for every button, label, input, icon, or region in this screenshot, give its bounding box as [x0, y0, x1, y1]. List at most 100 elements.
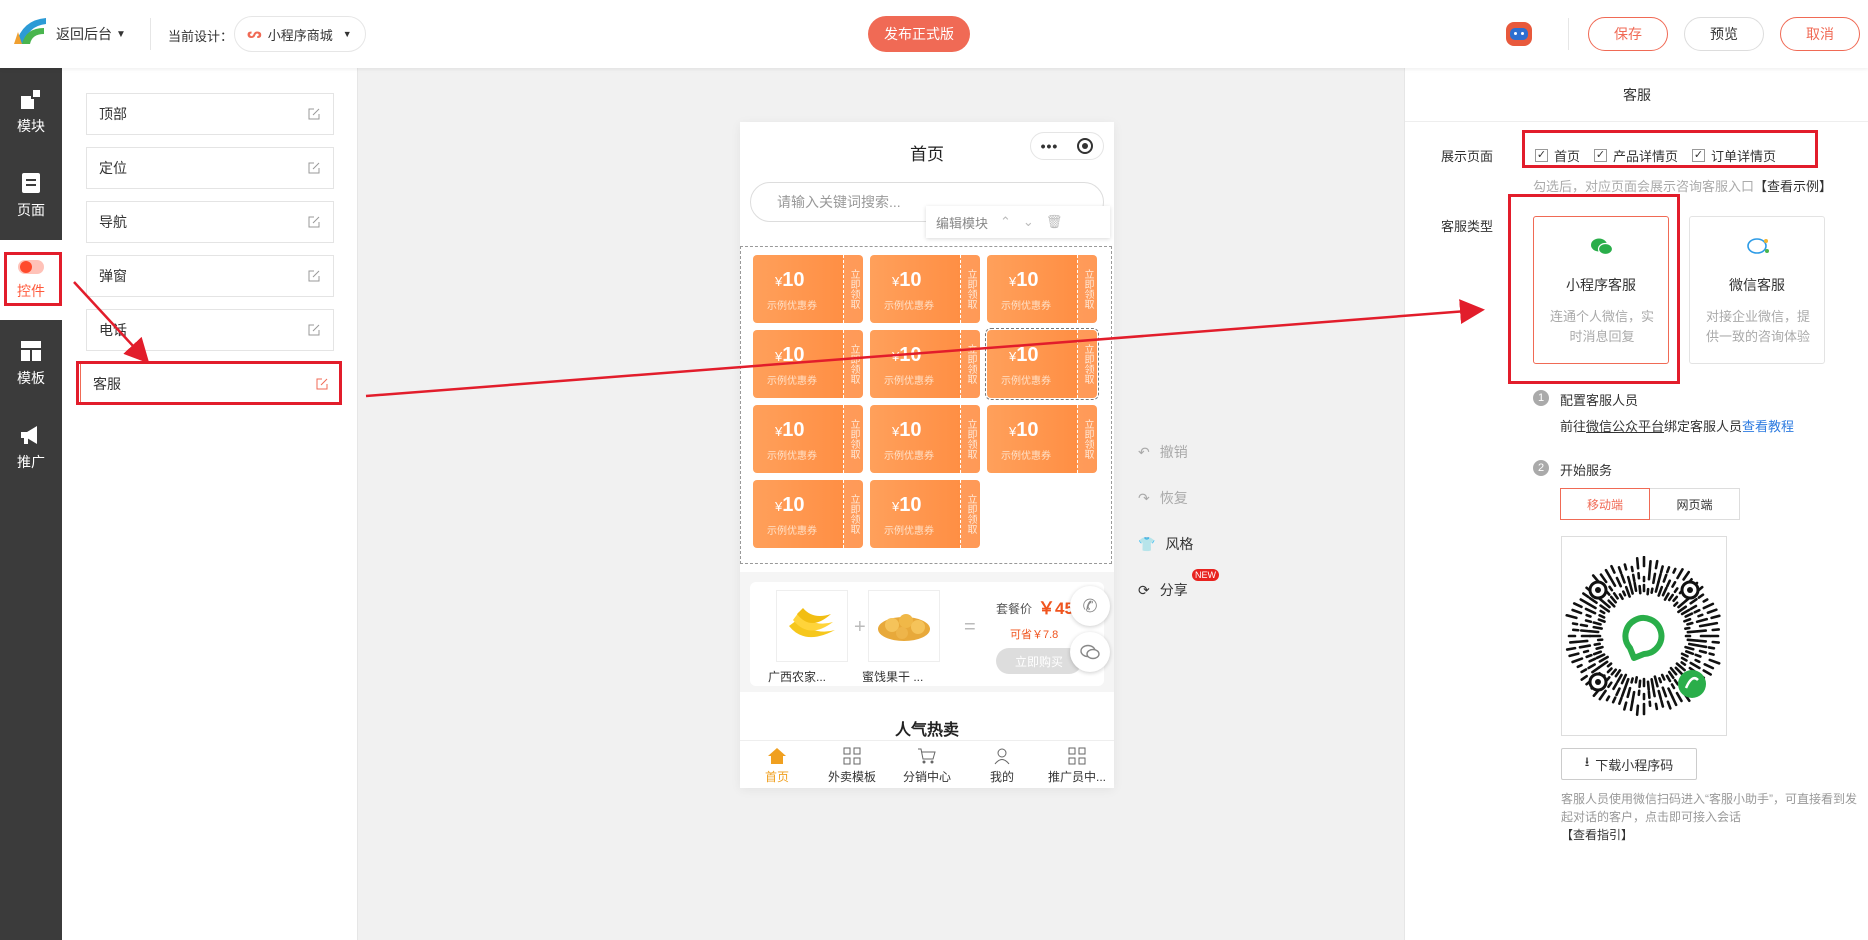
widget-label: 电话: [99, 322, 127, 338]
coupon-amount: ¥10: [775, 494, 805, 516]
tab-takeout[interactable]: 外卖模板: [815, 741, 889, 788]
undo-icon: ↶: [1138, 443, 1150, 460]
coupon-card[interactable]: ¥10 示例优惠券 立即领取: [987, 255, 1097, 323]
back-label: 返回后台: [56, 26, 112, 42]
robot-assistant-icon[interactable]: [1506, 22, 1532, 46]
rail-item-controls[interactable]: 控件: [0, 240, 62, 320]
checkbox-order-detail[interactable]: ✓ 订单详情页: [1692, 146, 1776, 165]
combo-card[interactable]: 广西农家... + 蜜饯果干 ... = 套餐价 ￥45 可省￥7.8 立即购买: [750, 582, 1104, 686]
coupon-card[interactable]: ¥10 示例优惠券 立即领取: [870, 255, 980, 323]
back-to-admin[interactable]: 返回后台 ▼: [56, 24, 126, 44]
coupon-card[interactable]: ¥10 示例优惠券 立即领取: [870, 480, 980, 548]
widget-item-top[interactable]: 顶部: [86, 93, 334, 135]
coupon-card[interactable]: ¥10 示例优惠券 立即领取: [870, 405, 980, 473]
coupon-sub: 示例优惠券: [884, 526, 934, 537]
edit-icon[interactable]: [307, 161, 321, 175]
coupon-card[interactable]: ¥10 示例优惠券 立即领取: [753, 330, 863, 398]
tab-label: 首页: [764, 770, 789, 784]
publish-button[interactable]: 发布正式版: [868, 16, 970, 52]
design-name: 小程序商城: [267, 27, 333, 43]
coupon-stub: 立即领取: [843, 480, 863, 548]
note-text: 客服人员使用微信扫码进入“客服小助手”，可直接看到发起对话的客户，点击即可接入会…: [1561, 792, 1857, 824]
float-wechat-icon[interactable]: [1070, 632, 1110, 672]
float-phone-icon[interactable]: ✆: [1070, 586, 1110, 626]
edit-icon[interactable]: [307, 107, 321, 121]
widget-item-popup[interactable]: 弹窗: [86, 255, 334, 297]
widget-item-phone[interactable]: 电话: [86, 309, 334, 351]
tab-promoter[interactable]: 推广员中...: [1040, 741, 1114, 788]
type-card-miniprogram[interactable]: 小程序客服 连通个人微信，实时消息回复: [1533, 216, 1669, 364]
step-1-text: 前往微信公众平台绑定客服人员查看教程: [1560, 416, 1794, 435]
tab-distribution[interactable]: 分销中心: [890, 741, 964, 788]
home-icon: [768, 748, 786, 764]
rail-item-templates[interactable]: 模板: [0, 324, 62, 404]
coupon-amount: ¥10: [1009, 419, 1039, 441]
tab-label: 外卖模板: [827, 770, 876, 784]
rail-item-promotion[interactable]: 推广: [0, 408, 62, 488]
coupon-card[interactable]: ¥10 示例优惠券 立即领取: [753, 480, 863, 548]
view-guide-link[interactable]: 【查看指引】: [1561, 828, 1633, 842]
redo-button[interactable]: ↷ 恢复: [1138, 488, 1188, 508]
chevron-down-icon: ▼: [116, 28, 126, 40]
view-example-link[interactable]: 【查看示例】: [1754, 179, 1832, 194]
cancel-button[interactable]: 取消: [1780, 17, 1860, 51]
coupon-card[interactable]: ¥10 示例优惠券 立即领取: [987, 405, 1097, 473]
type-card-wechat[interactable]: 微信客服 对接企业微信，提供一致的咨询体验: [1689, 216, 1825, 364]
coupon-module[interactable]: ¥10 示例优惠券 立即领取 ¥10 示例优惠券 立即领取 ¥10 示例优惠券 立即领取 ¥10 示…: [740, 246, 1112, 564]
plus-sign: +: [854, 616, 866, 638]
tutorial-link[interactable]: 查看教程: [1742, 419, 1794, 434]
widget-label: 导航: [99, 214, 127, 230]
coupon-card[interactable]: ¥10 示例优惠券 立即领取: [753, 405, 863, 473]
coupon-card[interactable]: ¥10 示例优惠券 立即领取: [985, 328, 1099, 400]
edit-module-label[interactable]: 编辑模块: [936, 213, 988, 232]
rail-label: 推广: [17, 454, 45, 470]
tab-home[interactable]: 首页: [740, 741, 814, 788]
megaphone-icon: [21, 426, 37, 444]
style-button[interactable]: 👕 风格: [1138, 534, 1193, 554]
step-1-text-a: 前往: [1560, 419, 1587, 434]
undo-button[interactable]: ↶ 撤销: [1138, 442, 1188, 462]
checkbox-product-detail[interactable]: ✓ 产品详情页: [1594, 146, 1678, 165]
step-2-title: 开始服务: [1560, 463, 1613, 478]
edit-icon[interactable]: [307, 215, 321, 229]
tab-web[interactable]: 网页端: [1650, 488, 1740, 520]
coupon-amount: ¥10: [775, 344, 805, 366]
design-selector[interactable]: ᔕ 小程序商城 ▼: [234, 16, 366, 52]
tab-mine[interactable]: 我的: [965, 741, 1039, 788]
move-up-icon[interactable]: ⌃: [1000, 214, 1011, 230]
rail-item-modules[interactable]: 模块: [0, 72, 62, 152]
redo-icon: ↷: [1138, 489, 1150, 506]
edit-icon[interactable]: [307, 269, 321, 283]
share-button[interactable]: ⟳ 分享: [1138, 580, 1188, 600]
edit-icon[interactable]: [315, 377, 329, 391]
save-button[interactable]: 保存: [1588, 17, 1668, 51]
trash-icon[interactable]: 🗑: [1046, 214, 1063, 230]
coupon-stub: 立即领取: [1077, 405, 1097, 473]
widget-item-location[interactable]: 定位: [86, 147, 334, 189]
widget-label: 定位: [99, 160, 127, 176]
checkbox-home[interactable]: ✓ 首页: [1535, 146, 1580, 165]
edit-icon[interactable]: [307, 323, 321, 337]
capsule-menu: •••: [1030, 132, 1104, 160]
preview-button[interactable]: 预览: [1684, 17, 1764, 51]
download-code-button[interactable]: ⭳ 下载小程序码: [1561, 748, 1697, 780]
coupon-sub: 示例优惠券: [884, 376, 934, 387]
wechat-platform-link[interactable]: 微信公众平台: [1586, 419, 1664, 434]
mini-program-code: [1561, 536, 1727, 736]
coupon-card[interactable]: ¥10 示例优惠券 立即领取: [753, 255, 863, 323]
type-title: 微信客服: [1729, 277, 1785, 293]
cart-icon: [918, 748, 936, 764]
rail-item-pages[interactable]: 页面: [0, 156, 62, 236]
widget-item-navigation[interactable]: 导航: [86, 201, 334, 243]
tab-mobile[interactable]: 移动端: [1560, 488, 1650, 520]
toggle-icon: [18, 260, 44, 274]
chat-bubble-icon: [1747, 238, 1769, 254]
widget-item-customer-service[interactable]: 客服: [80, 363, 342, 405]
redo-label: 恢复: [1159, 490, 1188, 506]
move-down-icon[interactable]: ⌄: [1023, 214, 1034, 230]
widget-label: 顶部: [99, 106, 127, 122]
coupon-card[interactable]: ¥10 示例优惠券 立即领取: [870, 330, 980, 398]
dried-fruit-image: [868, 590, 940, 662]
combo-item-1: 广西农家...: [768, 670, 827, 684]
type-label: 客服类型: [1441, 219, 1494, 234]
